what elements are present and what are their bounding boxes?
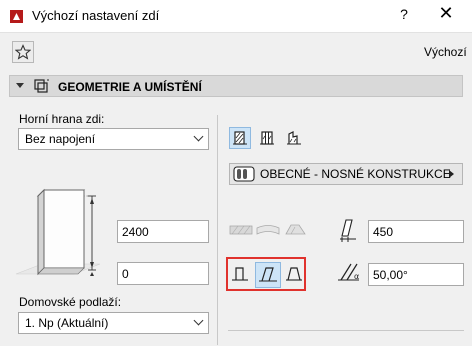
bottom-divider	[228, 330, 464, 331]
home-story-value: 1. Np (Aktuální)	[25, 316, 109, 330]
composite-structure-button[interactable]	[256, 127, 278, 149]
window-title: Výchozí nastavení zdí	[32, 8, 160, 23]
help-button[interactable]: ?	[396, 6, 412, 22]
home-story-select[interactable]: 1. Np (Aktuální)	[18, 312, 209, 334]
top-edge-label: Horní hrana zdi:	[19, 112, 105, 126]
basic-wall-icon	[233, 131, 247, 145]
trapezoid-wall-button[interactable]	[283, 263, 305, 285]
wall-preview-illustration	[14, 186, 104, 286]
polygon-geometry-disabled-icon	[283, 220, 307, 238]
slant-angle-icon: α	[337, 262, 363, 284]
top-edge-select[interactable]: Bez napojení	[18, 128, 209, 150]
straight-wall-icon	[232, 267, 248, 281]
trapezoid-wall-icon	[286, 267, 302, 281]
default-label: Výchozí	[424, 45, 467, 59]
material-pattern-icon	[233, 166, 255, 182]
column-divider	[217, 115, 218, 345]
chevron-down-icon	[193, 131, 204, 142]
wall-height-field[interactable]: 2400	[117, 220, 209, 243]
home-story-label: Domovské podlaží:	[19, 295, 122, 309]
profile-structure-button[interactable]	[283, 127, 305, 149]
wall-thickness-icon	[338, 218, 362, 244]
section-title: GEOMETRIE A UMÍSTĚNÍ	[58, 80, 202, 94]
chevron-right-icon	[449, 170, 454, 178]
composite-wall-icon	[260, 131, 274, 145]
basic-structure-button[interactable]	[229, 127, 251, 149]
slanted-wall-icon	[259, 267, 277, 282]
straight-geometry-disabled-icon	[229, 220, 253, 238]
slanted-wall-button[interactable]	[255, 262, 281, 288]
svg-text:α: α	[354, 272, 359, 281]
geometry-icon	[34, 79, 50, 93]
slant-angle-field[interactable]: 50,00°	[368, 263, 464, 286]
base-offset-field[interactable]: 0	[117, 262, 209, 285]
top-edge-value: Bez napojení	[25, 132, 96, 146]
app-icon	[10, 10, 23, 23]
profile-wall-icon	[287, 131, 301, 145]
chevron-down-icon	[193, 315, 204, 326]
favorites-button[interactable]	[12, 41, 34, 63]
curved-geometry-disabled-icon	[256, 220, 280, 238]
wall-thickness-field[interactable]: 450	[368, 220, 464, 243]
collapse-triangle-icon[interactable]	[16, 83, 24, 88]
straight-wall-button[interactable]	[229, 263, 251, 285]
close-button[interactable]: ✕	[436, 3, 456, 24]
star-icon	[15, 44, 31, 60]
building-material-label: OBECNÉ - NOSNÉ KONSTRUKCE	[260, 167, 451, 181]
